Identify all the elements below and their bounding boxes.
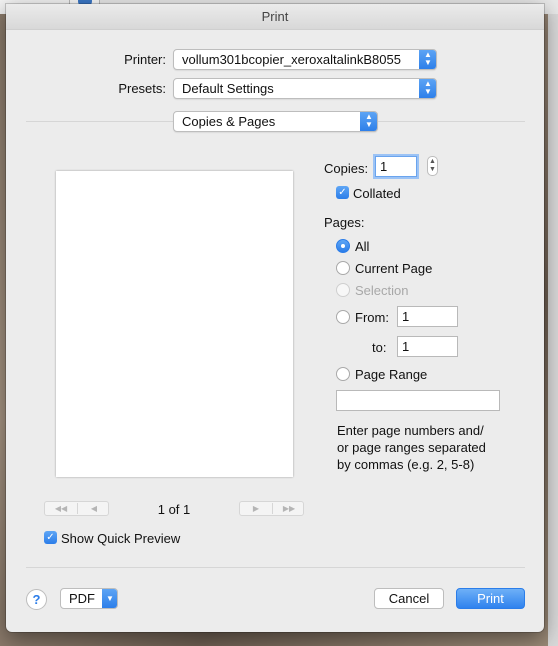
background-window-edge	[548, 14, 558, 646]
pages-from-radio[interactable]	[336, 310, 350, 324]
preview-forward-buttons[interactable]: ▶ ▶▶	[239, 501, 304, 516]
pages-all-label: All	[355, 239, 370, 254]
pdf-menu-button[interactable]: PDF ▼	[60, 588, 118, 609]
divider	[26, 121, 173, 122]
presets-value: Default Settings	[182, 81, 274, 96]
print-dialog: Print Printer: vollum301bcopier_xeroxalt…	[6, 4, 544, 632]
copies-stepper[interactable]: ▲ ▼	[427, 156, 438, 176]
show-quick-preview-checkbox[interactable]: ✓	[44, 531, 57, 544]
pages-range-label: Page Range	[355, 367, 428, 382]
collated-label: Collated	[353, 186, 401, 201]
dialog-title: Print	[6, 4, 544, 30]
pages-current-page-radio[interactable]	[336, 261, 350, 275]
pages-selection-radio	[336, 283, 350, 297]
pages-label: Pages:	[324, 215, 365, 230]
pages-selection-label: Selection	[355, 283, 409, 298]
hint-line: Enter page numbers and/	[337, 423, 484, 438]
show-quick-preview-label: Show Quick Preview	[61, 531, 181, 546]
previous-page-icon[interactable]: ◀	[78, 502, 110, 515]
page-indicator: 1 of 1	[157, 502, 191, 517]
pages-all-radio[interactable]	[336, 239, 350, 253]
hint-line: or page ranges separated	[337, 440, 486, 455]
printer-label: Printer:	[124, 52, 166, 67]
footer-divider	[26, 567, 525, 568]
cancel-button[interactable]: Cancel	[374, 588, 444, 609]
divider	[378, 121, 525, 122]
pages-range-radio[interactable]	[336, 367, 350, 381]
updown-arrows-icon: ▲ ▼	[419, 79, 436, 98]
pages-to-field[interactable]: 1	[397, 336, 458, 357]
page-preview	[56, 171, 293, 477]
chevron-down-icon: ▼	[102, 589, 117, 608]
printer-popup[interactable]: vollum301bcopier_xeroxaltalinkB8055 ▲ ▼	[173, 49, 437, 70]
copies-label: Copies:	[324, 161, 369, 176]
pdf-label: PDF	[69, 591, 95, 606]
updown-arrows-icon: ▲ ▼	[419, 50, 436, 69]
presets-popup[interactable]: Default Settings ▲ ▼	[173, 78, 437, 99]
first-page-icon[interactable]: ◀◀	[45, 502, 77, 515]
next-page-icon[interactable]: ▶	[240, 502, 272, 515]
print-button[interactable]: Print	[456, 588, 525, 609]
help-button[interactable]: ?	[26, 589, 47, 610]
pages-current-page-label: Current Page	[355, 261, 433, 276]
hint-line: by commas (e.g. 2, 5-8)	[337, 457, 475, 472]
updown-arrows-icon: ▲ ▼	[360, 112, 377, 131]
printer-value: vollum301bcopier_xeroxaltalinkB8055	[182, 52, 401, 67]
copies-field[interactable]: 1	[375, 156, 417, 177]
pages-from-field[interactable]: 1	[397, 306, 458, 327]
page-range-hint: Enter page numbers and/ or page ranges s…	[337, 422, 512, 473]
preview-back-buttons[interactable]: ◀◀ ◀	[44, 501, 109, 516]
page-range-field[interactable]	[336, 390, 500, 411]
pages-to-label: to:	[372, 340, 387, 355]
section-value: Copies & Pages	[182, 114, 276, 129]
collated-checkbox[interactable]: ✓	[336, 186, 349, 199]
pages-from-label: From:	[355, 310, 389, 325]
presets-label: Presets:	[118, 81, 166, 96]
last-page-icon[interactable]: ▶▶	[273, 502, 305, 515]
section-popup[interactable]: Copies & Pages ▲ ▼	[173, 111, 378, 132]
